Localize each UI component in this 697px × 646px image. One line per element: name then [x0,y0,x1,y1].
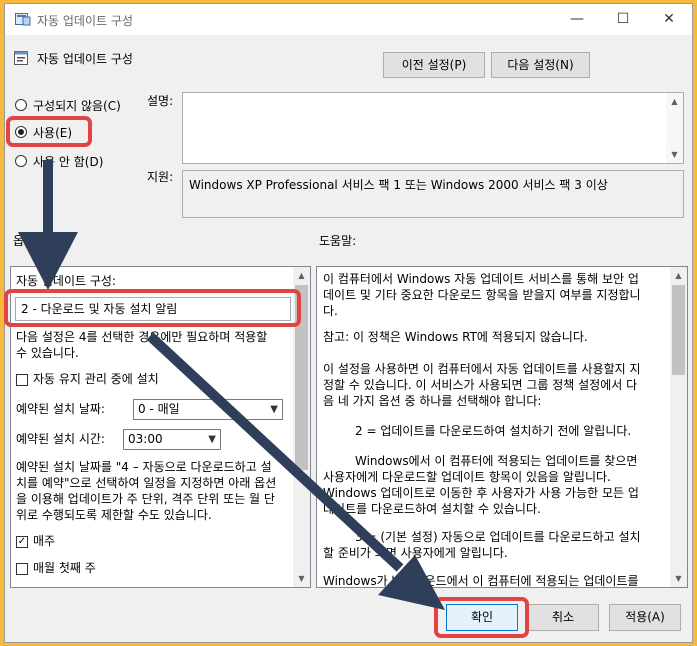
day-label: 예약된 설치 날짜: [16,402,105,416]
settings-page-icon [14,51,28,65]
help-p3-line1: 이 설정을 사용하면 이 컴퓨터에서 자동 업데이트를 사용할지 지 [323,362,641,376]
scroll-up-icon[interactable]: ▲ [293,267,310,284]
weekly-checkbox-label: 매주 [33,534,56,548]
highlight-enabled-option [6,116,92,147]
scroll-down-icon[interactable]: ▼ [670,570,687,587]
monthly-first-week-checkbox[interactable] [16,563,28,575]
help-p5-line4: 데이트를 다운로드하여 설치할 수 있습니다. [323,502,541,516]
close-button[interactable]: ✕ [646,4,692,35]
supported-label: 지원: [147,170,174,184]
note1-line1: 다음 설정은 4를 선택한 경우에만 필요하며 적용할 [16,330,268,344]
apply-button[interactable]: 적용(A) [609,604,681,631]
install-time-select[interactable]: 03:00 ▼ [123,429,221,450]
comment-label: 설명: [147,94,174,108]
time-label: 예약된 설치 시간: [16,432,105,446]
note2-line3: 을 이용해 업데이트가 주 단위, 격주 단위 또는 월 단 [16,492,275,506]
options-label: 옵션: [13,234,40,248]
note1-line2: 수 있습니다. [16,346,79,360]
comment-scroll-down-icon[interactable]: ▼ [666,146,683,163]
policy-title: 자동 업데이트 구성 [37,52,133,66]
checkmark-icon: ✓ [17,536,27,547]
help-scroll-thumb[interactable] [672,285,685,375]
help-p5-line1: Windows에서 이 컴퓨터에 적용되는 업데이트를 찾으면 [355,454,638,468]
help-p5-line3: Windows 업데이트로 이동한 후 사용자가 사용 가능한 모든 업 [323,486,639,500]
chevron-down-icon: ▼ [208,434,216,445]
prev-setting-button[interactable]: 이전 설정(P) [383,52,485,78]
scroll-down-icon[interactable]: ▼ [293,570,310,587]
supported-on-field: Windows XP Professional 서비스 팩 1 또는 Windo… [182,170,684,218]
help-p3-line3: 음 네 가지 옵션 중 하나를 선택해야 합니다: [323,394,542,408]
help-p3-line2: 정할 수 있습니다. 이 서비스가 사용되면 그룹 정책 설정에서 다 [323,378,638,392]
radio-not-configured-label: 구성되지 않음(C) [33,99,121,113]
comment-scroll-up-icon[interactable]: ▲ [666,93,683,110]
install-day-value: 0 - 매일 [138,402,180,416]
maintenance-checkbox-label: 자동 유지 관리 중에 설치 [33,372,159,386]
note2-line4: 위로 수행되도록 제한할 수도 있습니다. [16,508,212,522]
title-bar[interactable]: 자동 업데이트 구성 — ☐ ✕ [5,4,692,35]
config-label: 자동 업데이트 구성: [16,274,116,288]
help-p6-line2: 할 준비가 되면 사용자에게 알립니다. [323,546,508,560]
help-p5-line2: 사용자에게 다운로드할 업데이트 항목이 있음을 알립니다. [323,470,611,484]
highlight-config-select [4,289,301,327]
install-time-value: 03:00 [128,432,163,446]
policy-icon [15,13,31,26]
monthly-first-week-label: 매월 첫째 주 [33,561,96,575]
help-p1-line1: 이 컴퓨터에서 Windows 자동 업데이트 서비스를 통해 보안 업 [323,272,639,286]
minimize-button[interactable]: — [554,4,600,35]
install-day-select[interactable]: 0 - 매일 ▼ [133,399,283,420]
comment-textarea[interactable]: ▲ ▼ [182,92,684,164]
help-label: 도움말: [319,234,357,248]
cancel-button[interactable]: 취소 [527,604,599,631]
radio-disabled[interactable] [15,155,27,167]
help-scrollbar[interactable]: ▲ ▼ [670,267,687,587]
note2-line2: 치를 예약"으로 선택하여 일정을 지정하면 아래 옵션 [16,476,277,490]
help-p7-line1: Windows가 백그라운드에서 이 컴퓨터에 적용되는 업데이트를 [323,574,639,588]
help-p4-line1: 2 = 업데이트를 다운로드하여 설치하기 전에 알립니다. [355,424,632,438]
help-p1-line2: 데이트 및 기타 중요한 다운로드 항목을 받을지 여부를 지정합니 [323,288,641,302]
scroll-up-icon[interactable]: ▲ [670,267,687,284]
weekly-checkbox[interactable]: ✓ [16,536,28,548]
chevron-down-icon: ▼ [270,404,278,415]
note2-line1: 예약된 설치 날짜를 "4 – 자동으로 다운로드하고 설 [16,460,272,474]
window-title: 자동 업데이트 구성 [37,14,133,28]
supported-on-value: Windows XP Professional 서비스 팩 1 또는 Windo… [189,178,608,192]
radio-disabled-label: 사용 안 함(D) [33,155,104,169]
help-panel: 이 컴퓨터에서 Windows 자동 업데이트 서비스를 통해 보안 업 데이트… [316,266,688,588]
radio-not-configured[interactable] [15,99,27,111]
help-p1-line3: 다. [323,304,338,318]
highlight-ok-button [434,597,529,638]
maximize-button[interactable]: ☐ [600,4,646,35]
help-p6-line1: 3 = (기본 설정) 자동으로 업데이트를 다운로드하고 설치 [355,530,641,544]
maintenance-checkbox[interactable] [16,374,28,386]
help-p2-line1: 참고: 이 정책은 Windows RT에 적용되지 않습니다. [323,330,588,344]
next-setting-button[interactable]: 다음 설정(N) [491,52,590,78]
